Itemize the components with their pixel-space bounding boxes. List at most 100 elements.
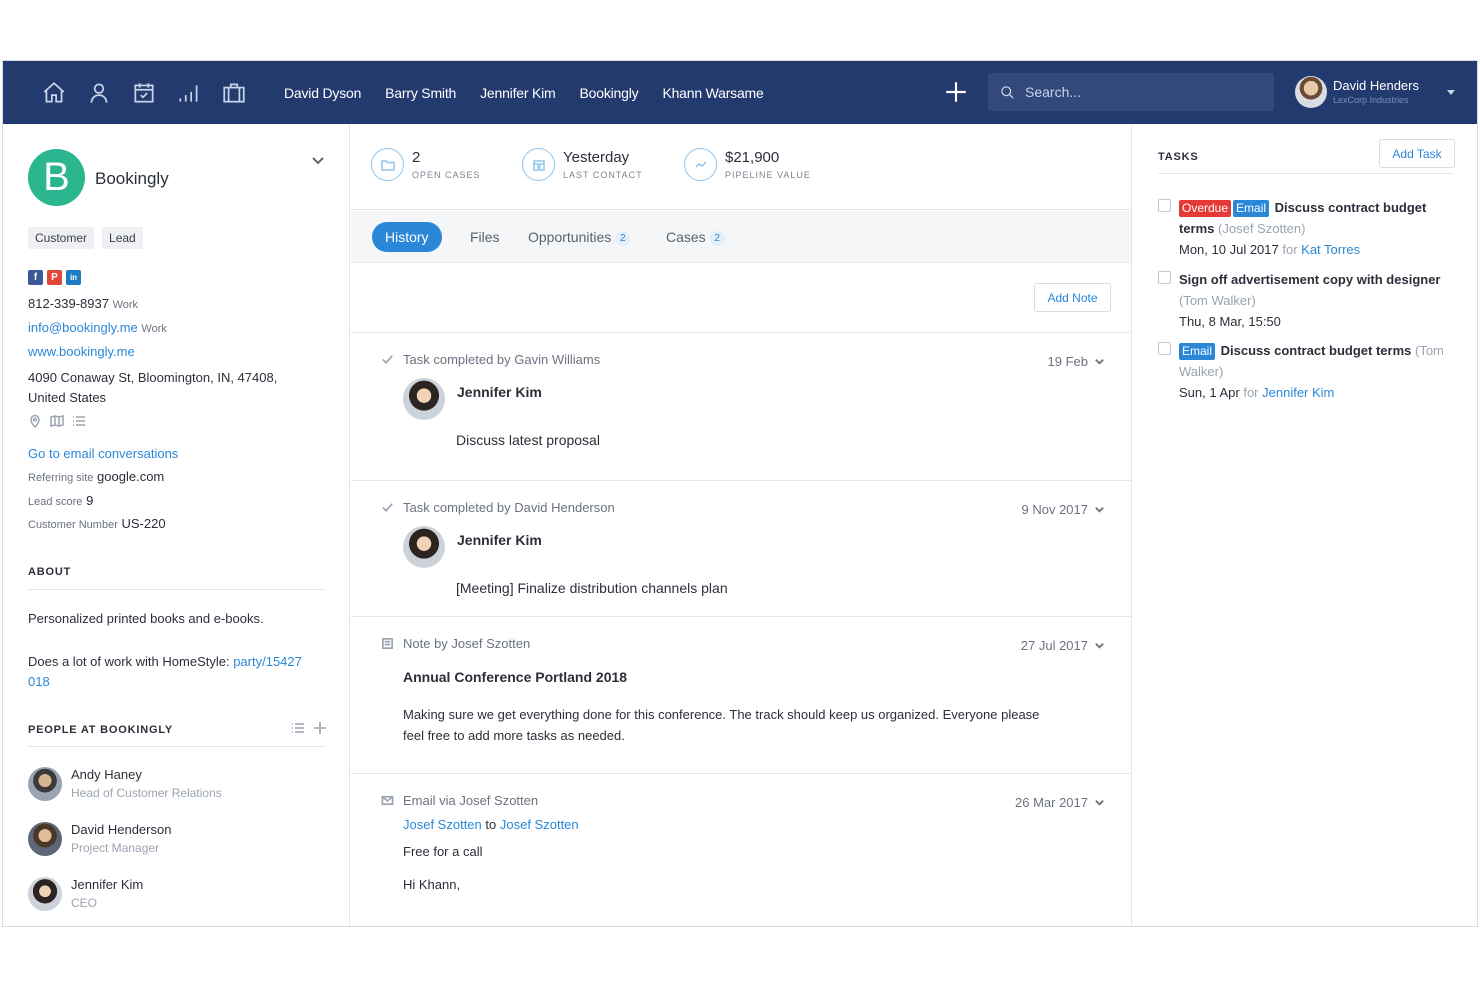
search-input[interactable] [1025, 84, 1265, 100]
email-conversations-link[interactable]: Go to email conversations [28, 446, 178, 461]
avatar [403, 378, 445, 420]
chart-icon[interactable] [166, 75, 211, 111]
nav-icon-group [31, 75, 256, 111]
person-andy-haney[interactable]: Andy Haney Head of Customer Relations [28, 767, 222, 802]
tab-cases[interactable]: Cases 2 [666, 222, 725, 252]
email-type: Work [141, 323, 167, 335]
nav-link-jennifer-kim[interactable]: Jennifer Kim [480, 85, 556, 101]
home-icon[interactable] [31, 75, 76, 111]
person-title: Head of Customer Relations [71, 785, 222, 800]
tab-history[interactable]: History [372, 222, 442, 252]
entry-date[interactable]: 19 Feb [1048, 354, 1105, 369]
list-icon[interactable] [72, 414, 86, 428]
avatar [403, 526, 445, 568]
email-badge: Email [1179, 343, 1216, 360]
count-badge: 2 [615, 231, 631, 246]
nav-link-bookingly[interactable]: Bookingly [580, 85, 639, 101]
about-line-1: Personalized printed books and e-books. [28, 611, 264, 626]
email-from-link[interactable]: Josef Szotten [403, 817, 482, 832]
person-icon[interactable] [76, 75, 121, 111]
pinterest-icon[interactable]: P [47, 270, 62, 285]
task-assignee-link[interactable]: Jennifer Kim [1262, 385, 1334, 400]
chevron-down-icon[interactable] [311, 154, 325, 168]
stat-value: Yesterday [563, 148, 630, 166]
tasks-panel: TASKS Add Task Overdue Email Discuss cont… [1131, 124, 1477, 926]
task-date: Sun, 1 Apr [1179, 385, 1240, 400]
user-name: David Henders [1333, 79, 1419, 92]
caret-down-icon [1447, 89, 1455, 95]
party-link[interactable]: party/15427 [233, 654, 302, 669]
person-david-henderson[interactable]: David Henderson Project Manager [28, 822, 171, 857]
avatar [1295, 76, 1327, 108]
trend-icon [684, 148, 717, 181]
linkedin-icon[interactable]: in [66, 270, 81, 285]
add-note-row: Add Note [351, 264, 1131, 333]
nav-link-barry-smith[interactable]: Barry Smith [385, 85, 456, 101]
entry-date-text: 27 Jul 2017 [1020, 638, 1088, 653]
email-link[interactable]: info@bookingly.me [28, 320, 138, 335]
task-body: Overdue Email Discuss contract budget ter… [1179, 197, 1461, 260]
add-new-icon[interactable] [943, 79, 969, 105]
task-body: Sign off advertisement copy with designe… [1179, 269, 1461, 332]
task-checkbox[interactable] [1158, 342, 1171, 355]
email-subject: Free for a call [403, 844, 483, 859]
referring-site-value: google.com [97, 469, 165, 484]
task-owner-continued: Walker) [1179, 364, 1224, 379]
map-pin-icon[interactable] [28, 414, 42, 429]
task-title[interactable]: Discuss contract budget [1275, 200, 1427, 215]
task-checkbox[interactable] [1158, 199, 1171, 212]
tag-lead[interactable]: Lead [102, 227, 143, 249]
website-row: www.bookingly.me [28, 344, 135, 359]
history-entry-note: Note by Josef Szotten 27 Jul 2017 Annual… [351, 618, 1131, 774]
briefcase-icon[interactable] [211, 75, 256, 111]
add-person-icon[interactable] [313, 721, 327, 738]
add-note-button[interactable]: Add Note [1034, 283, 1111, 312]
website-link[interactable]: www.bookingly.me [28, 344, 135, 359]
calendar-icon[interactable] [121, 75, 166, 111]
tab-files[interactable]: Files [470, 222, 500, 252]
task-assignee-link[interactable]: Kat Torres [1301, 242, 1360, 257]
tab-bar: History Files Opportunities 2 Cases 2 [351, 211, 1131, 263]
task-owner: (Josef Szotten) [1218, 221, 1306, 236]
person-jennifer-kim[interactable]: Jennifer Kim CEO [28, 877, 143, 912]
chevron-down-icon [1095, 359, 1104, 365]
user-menu[interactable]: David Henders LexCorp Industries [1295, 74, 1475, 110]
entry-date[interactable]: 27 Jul 2017 [1021, 638, 1105, 653]
history-entry: Task completed by David Henderson 9 Nov … [351, 482, 1131, 617]
stat-last-contact: Yesterday LAST CONTACT [522, 148, 643, 181]
map-icon[interactable] [50, 414, 64, 428]
entry-date[interactable]: 26 Mar 2017 [1015, 795, 1105, 810]
entry-header: Task completed by Gavin Williams [381, 352, 600, 367]
email-to-link[interactable]: Josef Szotten [500, 817, 579, 832]
nav-link-khann-warsame[interactable]: Khann Warsame [662, 85, 763, 101]
entry-person: Jennifer Kim [403, 526, 542, 568]
stats-bar: 2 OPEN CASES Yesterday LAST CONTACT $21,… [351, 124, 1131, 210]
task-title[interactable]: Sign off advertisement copy with designe… [1179, 272, 1441, 287]
about-line-2: Does a lot of work with HomeStyle: party… [28, 652, 302, 692]
task-title-continued[interactable]: terms [1179, 221, 1214, 236]
task-title[interactable]: Discuss contract budget terms [1221, 343, 1412, 358]
add-task-button[interactable]: Add Task [1379, 139, 1455, 168]
party-link-continued[interactable]: 018 [28, 674, 50, 689]
phone-row: 812-339-8937 Work [28, 296, 138, 311]
entry-date[interactable]: 9 Nov 2017 [1022, 502, 1106, 517]
user-company: LexCorp Industries [1333, 95, 1409, 105]
entry-person-name[interactable]: Jennifer Kim [457, 532, 542, 548]
task-owner: (Tom [1414, 343, 1444, 358]
phone-number[interactable]: 812-339-8937 [28, 296, 109, 311]
task-checkbox[interactable] [1158, 271, 1171, 284]
entry-person-name[interactable]: Jennifer Kim [457, 384, 542, 400]
facebook-icon[interactable]: f [28, 270, 43, 285]
email-to-word: to [485, 817, 497, 832]
list-view-icon[interactable] [291, 721, 305, 738]
phone-type: Work [112, 299, 139, 311]
tag-list: Customer Lead [28, 227, 143, 249]
tab-opportunities[interactable]: Opportunities 2 [528, 222, 631, 252]
tag-customer[interactable]: Customer [28, 227, 95, 249]
folder-icon [371, 148, 404, 181]
entry-date-text: 9 Nov 2017 [1021, 502, 1089, 517]
history-entry: Task completed by Gavin Williams 19 Feb … [351, 334, 1131, 481]
task-item: Sign off advertisement copy with designe… [1158, 271, 1458, 333]
nav-link-david-dyson[interactable]: David Dyson [284, 85, 361, 101]
avatar [28, 767, 62, 802]
